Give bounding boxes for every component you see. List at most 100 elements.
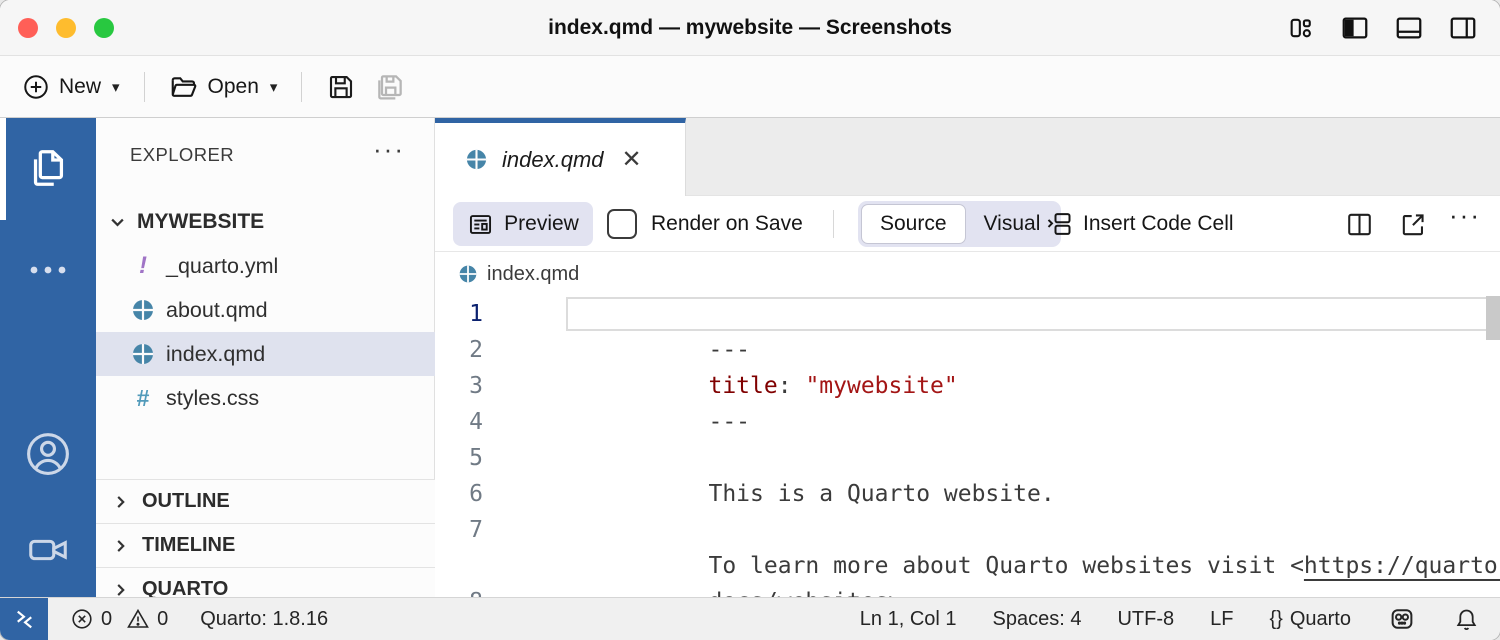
panel-bottom-icon: [1394, 13, 1424, 43]
quarto-file-icon: [458, 264, 478, 284]
remote-icon: [11, 606, 38, 633]
render-on-save-checkbox[interactable]: [607, 209, 637, 239]
status-bar: 0 0 Quarto: 1.8.16 Ln 1, Col 1 Spaces: 4…: [0, 597, 1500, 640]
screencast-button[interactable]: [0, 510, 96, 590]
file-name: _quarto.yml: [166, 254, 278, 279]
split-editor-button[interactable]: [1343, 209, 1375, 239]
problems-status-button[interactable]: 0 0: [70, 607, 168, 631]
preview-icon: [467, 211, 494, 238]
open-external-icon: [1399, 210, 1428, 239]
braces-icon: {}: [1269, 608, 1282, 631]
yaml-file-icon: !: [130, 252, 156, 280]
tab-close-button[interactable]: ✕: [622, 145, 642, 174]
chevron-right-icon: [112, 581, 130, 599]
explorer-panel: EXPLORER ··· MYWEBSITE ! _quarto.yml abo…: [96, 118, 435, 597]
panel-left-filled-icon: [1340, 13, 1370, 43]
source-mode-button[interactable]: Source: [861, 204, 966, 244]
action-bar-separator: [833, 210, 834, 238]
section-label: OUTLINE: [142, 490, 230, 513]
file-row-about-qmd[interactable]: about.qmd: [96, 288, 435, 332]
ellipsis-icon: [28, 264, 68, 276]
chevron-right-icon: [112, 493, 130, 511]
open-in-new-window-button[interactable]: [1397, 209, 1429, 239]
line-number: 7: [435, 512, 483, 548]
notifications-button[interactable]: [1453, 606, 1480, 633]
account-button[interactable]: [0, 414, 96, 494]
save-all-icon: [374, 71, 406, 103]
eol-status[interactable]: LF: [1210, 608, 1233, 631]
preview-button[interactable]: Preview: [453, 202, 593, 246]
code-editor[interactable]: 1--- 2title: "mywebsite" 3--- 4 5This is…: [435, 296, 1500, 597]
insert-code-cell-button[interactable]: Insert Code Cell: [1045, 196, 1234, 252]
line-number: 3: [435, 368, 483, 404]
code-line-4[interactable]: 4: [435, 404, 1500, 440]
code-line-5[interactable]: 5This is a Quarto website.: [435, 440, 1500, 476]
line-number: 5: [435, 440, 483, 476]
file-row-quarto-yml[interactable]: ! _quarto.yml: [96, 244, 435, 288]
file-row-styles-css[interactable]: # styles.css: [96, 376, 435, 420]
activity-bar: [0, 118, 96, 597]
code-line-7[interactable]: 7To learn more about Quarto websites vis…: [435, 512, 1500, 548]
code-line-2[interactable]: 2title: "mywebsite": [435, 332, 1500, 368]
files-icon: [25, 145, 71, 191]
activity-bar-more-button[interactable]: [0, 230, 96, 310]
line-number: 2: [435, 332, 483, 368]
root-folder-label: MYWEBSITE: [137, 210, 264, 234]
save-all-button[interactable]: [372, 69, 408, 105]
cursor-position-status[interactable]: Ln 1, Col 1: [860, 608, 957, 631]
code-line-3[interactable]: 3---: [435, 368, 1500, 404]
editor-group: index.qmd ✕ Preview Render on Save: [435, 118, 1500, 597]
customize-layout-icon: [1287, 14, 1315, 42]
encoding-status[interactable]: UTF-8: [1117, 608, 1174, 631]
editor-action-bar: Preview Render on Save Source Visual: [435, 196, 1500, 252]
code-line-1[interactable]: 1---: [435, 296, 1500, 332]
section-outline[interactable]: OUTLINE: [96, 479, 435, 523]
file-name: styles.css: [166, 386, 259, 411]
assistant-button[interactable]: [1387, 604, 1417, 634]
toolbar-separator: [301, 72, 302, 102]
customize-layout-button[interactable]: [1286, 13, 1316, 43]
tab-bar: index.qmd ✕: [435, 118, 1500, 196]
tab-index-qmd[interactable]: index.qmd ✕: [435, 118, 686, 196]
language-mode-status[interactable]: {} Quarto: [1269, 608, 1351, 631]
toggle-panel-button[interactable]: [1394, 13, 1424, 43]
quarto-file-icon: [465, 148, 488, 171]
explorer-more-button[interactable]: ···: [373, 134, 405, 165]
toolbar-separator: [144, 72, 145, 102]
breadcrumb[interactable]: index.qmd: [435, 252, 1500, 296]
assistant-face-icon: [1387, 604, 1417, 634]
save-button[interactable]: [324, 70, 358, 104]
code-line-8[interactable]: 8: [435, 584, 1500, 597]
vertical-scrollbar-thumb[interactable]: [1486, 296, 1500, 340]
split-editor-icon: [1345, 210, 1374, 239]
remote-indicator-button[interactable]: [0, 598, 48, 640]
quarto-file-icon: [130, 342, 156, 366]
new-dropdown-caret-icon: ▾: [112, 78, 120, 96]
insert-code-cell-icon: [1045, 210, 1073, 238]
bell-icon: [1453, 606, 1480, 633]
insert-code-cell-label: Insert Code Cell: [1083, 212, 1234, 236]
toggle-secondary-sidebar-button[interactable]: [1448, 13, 1478, 43]
toggle-primary-sidebar-button[interactable]: [1340, 13, 1370, 43]
chevron-right-icon: [112, 537, 130, 555]
main-region: EXPLORER ··· MYWEBSITE ! _quarto.yml abo…: [0, 118, 1500, 597]
new-button[interactable]: New ▾: [20, 69, 122, 105]
line-number: 8: [435, 584, 483, 597]
tree-root-myweb[interactable]: MYWEBSITE: [96, 200, 435, 244]
error-icon: [70, 607, 94, 631]
quarto-version-status[interactable]: Quarto: 1.8.16: [200, 608, 328, 631]
top-action-bar: New ▾ Open ▾: [0, 56, 1500, 118]
indentation-status[interactable]: Spaces: 4: [993, 608, 1082, 631]
visual-label: Visual: [984, 212, 1041, 236]
code-line-6[interactable]: 6: [435, 476, 1500, 512]
file-name: index.qmd: [166, 342, 265, 367]
file-row-index-qmd-selected[interactable]: index.qmd: [96, 332, 435, 376]
source-visual-toggle: Source Visual: [858, 201, 1061, 247]
editor-more-actions-button[interactable]: ···: [1449, 200, 1481, 230]
line-number: 4: [435, 404, 483, 440]
section-timeline[interactable]: TIMELINE: [96, 523, 435, 567]
code-line-7-wrap[interactable]: docs/websites>.: [435, 548, 1500, 584]
sidebar-item-explorer[interactable]: [0, 128, 96, 208]
preview-label: Preview: [504, 212, 579, 236]
open-button[interactable]: Open ▾: [167, 68, 280, 106]
